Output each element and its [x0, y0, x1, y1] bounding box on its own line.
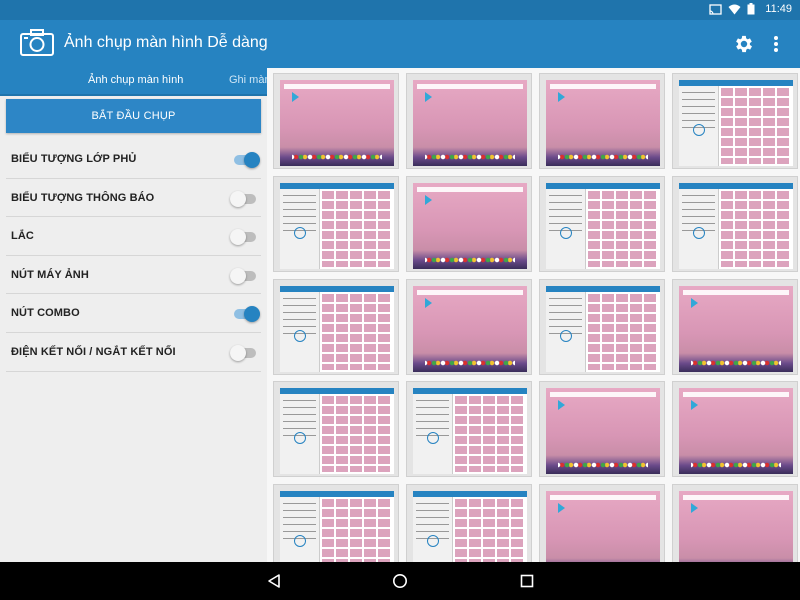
screenshot-thumbnail[interactable]	[672, 279, 798, 375]
screenshot-thumbnail[interactable]	[406, 381, 532, 477]
status-icons: 11:49	[709, 3, 792, 15]
cast-icon	[709, 3, 722, 15]
setting-notification-icon[interactable]: BIỂU TƯỢNG THÔNG BÁO	[6, 179, 261, 218]
screenshot-thumbnail[interactable]	[672, 176, 798, 272]
screenshot-thumbnail[interactable]	[672, 381, 798, 477]
screenshot-image	[280, 286, 394, 372]
tab-indicator	[0, 94, 267, 96]
setting-combo-button[interactable]: NÚT COMBO	[6, 294, 261, 333]
camera-logo-icon	[20, 29, 54, 56]
start-capture-button[interactable]: BẮT ĐẦU CHỤP	[6, 99, 261, 133]
screenshot-thumbnail[interactable]	[273, 381, 399, 477]
settings-panel: Ảnh chụp màn hình Ghi màn BẮT ĐẦU CHỤP B…	[0, 68, 267, 562]
screenshot-thumbnail[interactable]	[273, 73, 399, 169]
setting-label: ĐIỆN KẾT NỐI / NGẮT KẾT NỐI	[11, 345, 176, 358]
screenshot-thumbnail[interactable]	[539, 279, 665, 375]
setting-camera-button[interactable]: NÚT MÁY ẢNH	[6, 256, 261, 295]
screenshot-image	[546, 286, 660, 372]
status-time: 11:49	[765, 3, 792, 15]
combo-button-toggle[interactable]	[230, 306, 260, 323]
screenshot-thumbnail[interactable]	[539, 73, 665, 169]
setting-overlay-icon[interactable]: BIỂU TƯỢNG LỚP PHỦ	[6, 140, 261, 179]
app-bar: Ảnh chụp màn hình Dễ dàng	[0, 20, 800, 68]
screenshot-image	[413, 183, 527, 269]
screenshot-image	[413, 286, 527, 372]
navigation-bar	[0, 562, 800, 600]
overlay-icon-toggle[interactable]	[230, 152, 260, 168]
setting-shake[interactable]: LẮC	[6, 217, 261, 256]
setting-label: BIỂU TƯỢNG LỚP PHỦ	[11, 153, 137, 165]
screenshot-thumbnail[interactable]	[273, 484, 399, 562]
screenshot-image	[546, 388, 660, 474]
screenshot-image	[413, 491, 527, 562]
tab-bar: Ảnh chụp màn hình Ghi màn	[0, 68, 267, 96]
screenshot-image	[679, 183, 793, 269]
home-icon[interactable]	[392, 573, 408, 589]
screenshot-thumbnail[interactable]	[273, 176, 399, 272]
recents-icon[interactable]	[519, 573, 535, 589]
overflow-menu-icon[interactable]	[770, 33, 782, 55]
tab-screen-record[interactable]: Ghi màn	[229, 74, 267, 86]
screenshot-thumbnail[interactable]	[406, 279, 532, 375]
screenshot-thumbnail[interactable]	[406, 484, 532, 562]
screenshot-thumbnail[interactable]	[406, 73, 532, 169]
shake-toggle[interactable]	[230, 229, 260, 246]
wifi-icon	[728, 4, 741, 14]
notification-icon-toggle[interactable]	[230, 190, 260, 207]
screenshot-thumbnail[interactable]	[406, 176, 532, 272]
power-connect-toggle[interactable]	[230, 344, 260, 361]
screenshot-image	[546, 183, 660, 269]
tab-screenshot[interactable]: Ảnh chụp màn hình	[88, 74, 183, 86]
screenshot-image	[679, 491, 793, 562]
setting-power-connect[interactable]: ĐIỆN KẾT NỐI / NGẮT KẾT NỐI	[6, 333, 261, 372]
screenshot-image	[679, 388, 793, 474]
settings-list: BIỂU TƯỢNG LỚP PHỦ BIỂU TƯỢNG THÔNG BÁO …	[0, 140, 267, 372]
screenshot-thumbnail[interactable]	[539, 484, 665, 562]
gear-icon[interactable]	[733, 33, 755, 55]
screenshot-thumbnail[interactable]	[539, 176, 665, 272]
setting-label: LẮC	[11, 230, 34, 243]
battery-icon	[747, 3, 755, 15]
screenshot-image	[280, 388, 394, 474]
screenshot-thumbnail[interactable]	[539, 381, 665, 477]
screenshot-thumbnail[interactable]	[672, 484, 798, 562]
setting-label: NÚT COMBO	[11, 307, 80, 320]
screenshot-image	[413, 80, 527, 166]
camera-button-toggle[interactable]	[230, 267, 260, 284]
screenshot-image	[679, 80, 793, 166]
screenshot-thumbnail[interactable]	[273, 279, 399, 375]
screenshot-image	[413, 388, 527, 474]
app-title: Ảnh chụp màn hình Dễ dàng	[64, 34, 268, 51]
screenshot-image	[546, 491, 660, 562]
screenshot-image	[280, 183, 394, 269]
screenshot-gallery	[267, 68, 800, 562]
screenshot-thumbnail[interactable]	[672, 73, 798, 169]
screenshot-image	[679, 286, 793, 372]
screenshot-image	[280, 491, 394, 562]
setting-label: BIỂU TƯỢNG THÔNG BÁO	[11, 191, 155, 204]
back-icon[interactable]	[266, 573, 282, 589]
status-bar: 11:49	[0, 0, 800, 20]
screenshot-image	[280, 80, 394, 166]
screenshot-image	[546, 80, 660, 166]
setting-label: NÚT MÁY ẢNH	[11, 268, 89, 281]
